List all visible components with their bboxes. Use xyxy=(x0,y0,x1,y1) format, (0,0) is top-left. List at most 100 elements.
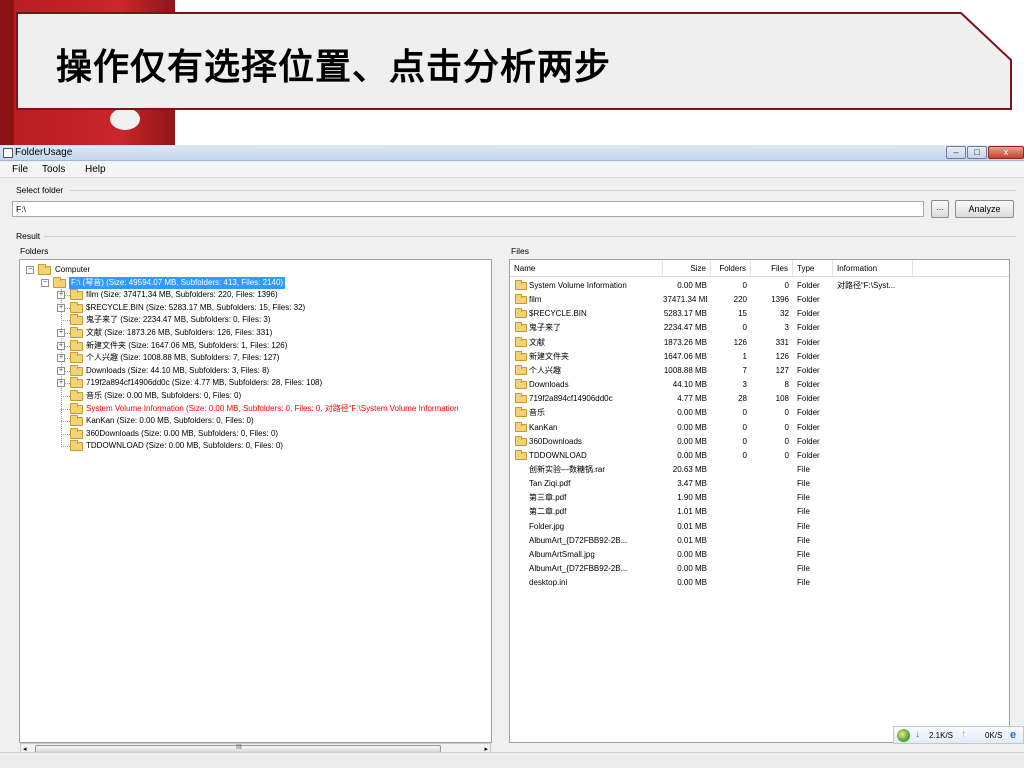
table-row[interactable]: Tan Ziqi.pdf 3.47 MB File xyxy=(510,477,1009,491)
tree-node[interactable]: 音乐 (Size: 0.00 MB, Subfolders: 0, Files:… xyxy=(20,390,490,402)
table-row[interactable]: AlbumArtSmall.jpg 0.00 MB File xyxy=(510,548,1009,562)
table-row[interactable]: System Volume Information 0.00 MB 0 0 Folder… xyxy=(510,279,1009,293)
tree-node-drive[interactable]: − F:\ (琴音) (Size: 49594.07 MB, Subfolders… xyxy=(20,276,490,289)
files-list[interactable]: Name Size Folders Files Type Information Syst… xyxy=(509,259,1010,743)
browse-button[interactable]: ... xyxy=(931,200,949,218)
browser-icon[interactable]: e xyxy=(1010,729,1022,741)
col-files-cell: 127 xyxy=(775,365,789,375)
table-row[interactable]: Downloads 44.10 MB 3 8 Folder xyxy=(510,378,1009,392)
expand-toggle-icon[interactable]: + xyxy=(57,341,65,350)
table-row[interactable]: desktop.ini 0.00 MB File xyxy=(510,576,1009,590)
collapse-toggle-icon[interactable]: − xyxy=(41,278,49,287)
menu-file[interactable]: File xyxy=(12,164,28,175)
col-size-cell: 0.00 MB xyxy=(677,408,707,418)
col-information-cell: 对路径“F:\Syst... xyxy=(837,281,896,290)
col-size-header[interactable]: Size xyxy=(663,260,711,277)
expand-toggle-icon[interactable]: + xyxy=(57,291,65,300)
menu-help[interactable]: Help xyxy=(85,164,106,175)
tree-node[interactable]: 鬼子来了 (Size: 2234.47 MB, Subfolders: 0, F… xyxy=(20,314,490,326)
tree-node[interactable]: + Downloads (Size: 44.10 MB, Subfolders: … xyxy=(20,364,490,377)
col-name-cell: System Volume Information xyxy=(529,281,627,290)
files-header: Name Size Folders Files Type Information xyxy=(510,260,1009,277)
col-folders-cell: 0 xyxy=(742,422,747,432)
tree-node[interactable]: + film (Size: 37471.34 MB, Subfolders: 22… xyxy=(20,289,490,301)
col-type-cell: Folder xyxy=(797,380,820,390)
folder-icon xyxy=(515,280,527,290)
network-speed-tray[interactable]: ↓ 2.1K/S ↑ 0K/S e xyxy=(893,726,1024,744)
menu-tools[interactable]: Tools xyxy=(42,164,65,175)
folder-icon xyxy=(515,336,527,347)
expand-toggle-icon[interactable]: + xyxy=(57,329,65,337)
table-row[interactable]: Folder.jpg 0.01 MB File xyxy=(510,520,1009,534)
table-row[interactable]: 第三章.pdf 1.90 MB File xyxy=(510,491,1009,505)
expand-toggle-icon[interactable]: + xyxy=(57,379,65,388)
folder-icon xyxy=(70,314,83,326)
table-row[interactable]: 360Downloads 0.00 MB 0 0 Folder xyxy=(510,435,1009,449)
expand-toggle-icon[interactable]: + xyxy=(57,366,65,375)
folder-path-input[interactable] xyxy=(12,201,924,217)
table-row[interactable]: AlbumArt_{D72FBB92-2B... 0.00 MB File xyxy=(510,562,1009,576)
col-name-header[interactable]: Name xyxy=(510,260,663,277)
table-row[interactable]: 第二章.pdf 1.01 MB File xyxy=(510,505,1009,519)
col-name-cell: $RECYCLE.BIN xyxy=(529,309,587,319)
table-row[interactable]: 音乐 0.00 MB 0 0 Folder xyxy=(510,406,1009,420)
table-row[interactable]: TDDOWNLOAD 0.00 MB 0 0 Folder xyxy=(510,449,1009,463)
tree-node[interactable]: + $RECYCLE.BIN (Size: 5283.17 MB, Subfold… xyxy=(20,301,490,314)
tree-node-computer[interactable]: − Computer xyxy=(20,264,490,276)
tree-node[interactable]: System Volume Information (Size: 0.00 MB… xyxy=(20,402,490,415)
folder-icon xyxy=(70,415,83,427)
col-folders-header[interactable]: Folders xyxy=(711,260,751,277)
table-row[interactable]: 新建文件夹 1647.06 MB 1 126 Folder xyxy=(510,350,1009,364)
col-size-cell: 0.01 MB xyxy=(677,535,707,545)
table-row[interactable]: 个人兴趣 1008.88 MB 7 127 Folder xyxy=(510,364,1009,378)
title-bar[interactable]: FolderUsage – □ x xyxy=(0,145,1024,161)
col-size-cell: 0.00 MB xyxy=(677,549,707,559)
tree-node[interactable]: + 新建文件夹 (Size: 1647.06 MB, Subfolders: 1,… xyxy=(20,339,490,352)
col-size-cell: 1647.06 MB xyxy=(663,351,707,361)
tree-node[interactable]: + 文献 (Size: 1873.26 MB, Subfolders: 126, … xyxy=(20,327,490,339)
col-size-cell: 0.00 MB xyxy=(677,564,707,573)
col-size-cell: 1.90 MB xyxy=(677,493,707,503)
col-type-cell: Folder xyxy=(797,408,820,418)
col-name-cell: AlbumArtSmall.jpg xyxy=(529,549,595,559)
col-information-header[interactable]: Information xyxy=(833,260,913,277)
network-monitor-icon[interactable] xyxy=(897,729,910,742)
group-divider xyxy=(44,236,1016,237)
tree-node[interactable]: + 个人兴趣 (Size: 1008.88 MB, Subfolders: 7, … xyxy=(20,352,490,364)
table-row[interactable]: 719f2a894cf14906dd0c 4.77 MB 28 108 Folder xyxy=(510,392,1009,406)
col-type-header[interactable]: Type xyxy=(793,260,833,277)
col-files-cell: 108 xyxy=(775,394,789,404)
expand-toggle-icon[interactable]: + xyxy=(57,303,65,312)
maximize-button[interactable]: □ xyxy=(967,146,987,159)
folder-icon xyxy=(70,352,83,364)
col-size-cell: 2234.47 MB xyxy=(663,323,707,333)
col-folders-cell: 126 xyxy=(733,337,747,347)
col-name-cell: 第三章.pdf xyxy=(529,493,567,503)
col-size-cell: 1008.88 MB xyxy=(663,365,707,375)
folder-tree[interactable]: − Computer − F:\ (琴音) (Size: 49594.07 MB, S… xyxy=(19,259,492,743)
tree-node-label: 文献 (Size: 1873.26 MB, Subfolders: 126, F… xyxy=(86,328,273,337)
folder-icon xyxy=(515,421,527,432)
table-row[interactable]: film 37471.34 MB 220 1396 Folder xyxy=(510,293,1009,307)
col-name-cell: Downloads xyxy=(529,380,569,390)
collapse-toggle-icon[interactable]: − xyxy=(26,266,34,274)
table-row[interactable]: 文献 1873.26 MB 126 331 Folder xyxy=(510,336,1009,350)
status-bar xyxy=(0,752,1024,768)
col-files-header[interactable]: Files xyxy=(751,260,793,277)
close-button[interactable]: x xyxy=(988,146,1024,159)
table-row[interactable]: 鬼子来了 2234.47 MB 0 3 Folder xyxy=(510,321,1009,335)
analyze-button[interactable]: Analyze xyxy=(955,200,1014,218)
minimize-button[interactable]: – xyxy=(946,146,966,159)
col-folders-cell: 7 xyxy=(742,365,747,375)
table-row[interactable]: AlbumArt_{D72FBB92-2B... 0.01 MB File xyxy=(510,534,1009,548)
slide-title: 操作仅有选择位置、点击分析两步 xyxy=(56,47,612,88)
tree-node[interactable]: 360Downloads (Size: 0.00 MB, Subfolders:… xyxy=(20,427,490,440)
tree-node[interactable]: +719f2a894cf14906dd0c (Size: 4.77 MB, Su… xyxy=(20,377,490,389)
col-size-cell: 0.01 MB xyxy=(677,521,707,531)
tree-node[interactable]: TDDOWNLOAD (Size: 0.00 MB, Subfolders: 0… xyxy=(20,440,490,452)
table-row[interactable]: $RECYCLE.BIN 5283.17 MB 15 32 Folder xyxy=(510,307,1009,321)
table-row[interactable]: KanKan 0.00 MB 0 0 Folder xyxy=(510,421,1009,435)
table-row[interactable]: 创新实验—数糖锅.rar 20.63 MB File xyxy=(510,463,1009,477)
tree-node[interactable]: KanKan (Size: 0.00 MB, Subfolders: 0, Fi… xyxy=(20,415,490,427)
expand-toggle-icon[interactable]: + xyxy=(57,354,65,363)
